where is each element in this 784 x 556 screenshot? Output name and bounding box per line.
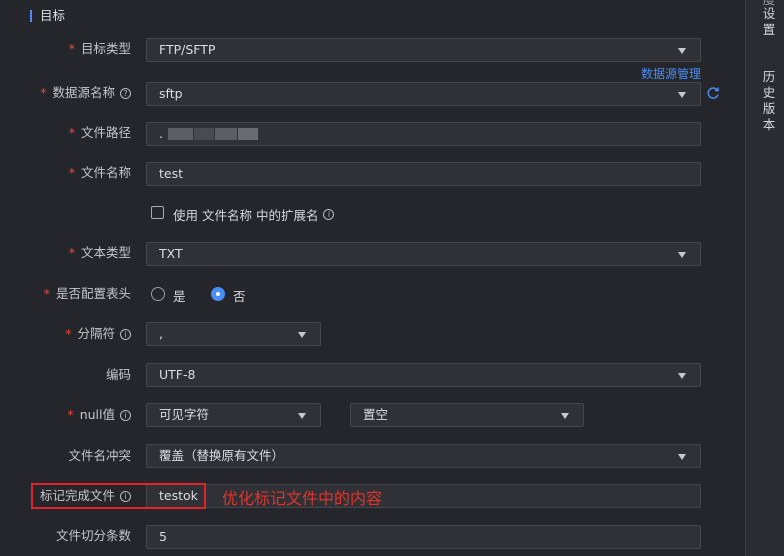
use-extension-label-text: 使用 文件名称 中的扩展名 (173, 208, 319, 223)
text-type-label-text: 文本类型 (80, 245, 131, 260)
null-value-select[interactable]: 置空 (350, 403, 584, 427)
null-value-label: * null值 i (67, 407, 131, 423)
use-extension-checkbox[interactable] (151, 206, 164, 219)
target-type-label: * 目标类型 (69, 41, 131, 57)
datasource-name-label-text: 数据源名称 (52, 85, 115, 100)
delimiter-label-text: 分隔符 (77, 326, 115, 341)
conflict-select[interactable]: 覆盖（替换原有文件） (146, 444, 701, 468)
redacted-block (194, 128, 214, 140)
datasource-name-select[interactable]: sftp (146, 82, 701, 106)
file-name-value: test (159, 166, 184, 181)
chevron-down-icon (678, 92, 686, 98)
encoding-label-text: 编码 (105, 367, 131, 382)
chevron-down-icon (678, 454, 686, 460)
text-type-value: TXT (159, 246, 183, 261)
info-icon[interactable]: i (323, 209, 335, 220)
conflict-label: 文件名冲突 (68, 448, 131, 464)
text-type-label: * 文本类型 (69, 245, 131, 261)
header-label: * 是否配置表头 (44, 286, 131, 302)
delimiter-value: , (159, 326, 163, 341)
delimiter-select[interactable]: , (146, 322, 321, 346)
annotation-text: 优化标记文件中的内容 (222, 489, 383, 508)
encoding-select[interactable]: UTF-8 (146, 363, 701, 387)
info-icon[interactable]: i (120, 328, 131, 340)
header-radio-no[interactable] (211, 287, 225, 301)
chevron-down-icon (298, 413, 306, 419)
split-count-input[interactable]: 5 (146, 525, 701, 549)
required-mark: * (68, 245, 75, 260)
file-path-label: * 文件路径 (69, 125, 131, 141)
chevron-down-icon (678, 48, 686, 54)
refresh-icon[interactable] (706, 86, 720, 100)
file-name-label: * 文件名称 (69, 165, 131, 181)
use-extension-label: 使用 文件名称 中的扩展名 i (173, 205, 335, 224)
chevron-down-icon (678, 373, 686, 379)
info-icon[interactable]: i (120, 409, 131, 421)
right-sidebar: 度 设置 历史版本 (745, 0, 784, 556)
help-icon[interactable]: ? (120, 87, 131, 99)
split-count-value: 5 (159, 529, 167, 544)
encoding-label: 编码 (106, 367, 131, 383)
required-mark: * (68, 41, 75, 56)
text-type-select[interactable]: TXT (146, 242, 701, 266)
main-panel: 目标 * 目标类型 FTP/SFTP 数据源管理 * 数据源名称 ? sftp … (0, 0, 745, 556)
chevron-down-icon (298, 332, 306, 338)
required-mark: * (65, 326, 72, 341)
split-count-label: 文件切分条数 (56, 528, 131, 544)
datasource-name-label: * 数据源名称 ? (40, 85, 131, 101)
redacted-block (168, 128, 193, 140)
right-item-settings[interactable]: 设置 (762, 6, 776, 38)
chevron-down-icon (678, 252, 686, 258)
redacted-block (215, 128, 237, 140)
target-type-value: FTP/SFTP (159, 42, 216, 57)
file-path-label-text: 文件路径 (80, 125, 131, 140)
right-item-history[interactable]: 历史版本 (762, 69, 776, 133)
header-radio-no-label: 否 (233, 289, 246, 304)
null-value-value: 置空 (363, 407, 389, 422)
datasource-manage-link[interactable]: 数据源管理 (641, 65, 701, 82)
target-type-select[interactable]: FTP/SFTP (146, 38, 701, 62)
required-mark: * (68, 165, 75, 180)
null-value-label-text: null值 (79, 407, 115, 422)
required-mark: * (43, 286, 50, 301)
split-count-label-text: 文件切分条数 (55, 528, 131, 543)
required-mark: * (40, 85, 47, 100)
delimiter-label: * 分隔符 i (65, 326, 131, 342)
conflict-value: 覆盖（替换原有文件） (159, 448, 285, 463)
target-type-label-text: 目标类型 (80, 41, 131, 56)
required-mark: * (67, 407, 74, 422)
header-label-text: 是否配置表头 (55, 286, 131, 301)
header-radio-yes[interactable] (151, 287, 165, 301)
file-path-value: . (159, 126, 163, 141)
file-name-input[interactable]: test (146, 162, 701, 186)
highlight-box (31, 483, 206, 509)
conflict-label-text: 文件名冲突 (68, 448, 131, 463)
redacted-block (238, 128, 258, 140)
encoding-value: UTF-8 (159, 367, 196, 382)
header-radio-yes-label: 是 (173, 289, 186, 304)
datasource-name-value: sftp (159, 86, 183, 101)
chevron-down-icon (561, 413, 569, 419)
section-title: 目标 (30, 8, 65, 24)
null-type-value: 可见字符 (159, 407, 210, 422)
file-name-label-text: 文件名称 (80, 165, 131, 180)
null-type-select[interactable]: 可见字符 (146, 403, 321, 427)
required-mark: * (68, 125, 75, 140)
